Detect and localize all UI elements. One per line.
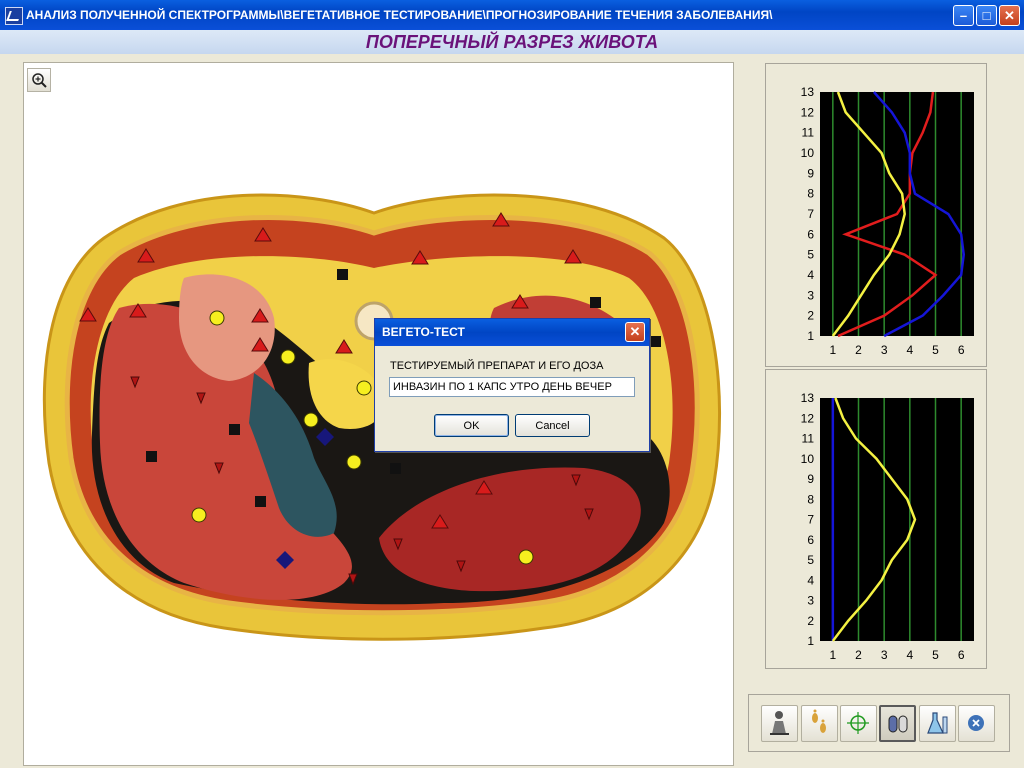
y-tick-label: 12: [801, 105, 815, 119]
x-tick-label: 1: [829, 343, 836, 357]
cancel-button[interactable]: Cancel: [515, 414, 590, 437]
y-tick-label: 5: [807, 553, 814, 567]
footprints-icon: [812, 709, 826, 733]
footprints-button[interactable]: [801, 705, 838, 742]
y-tick-label: 12: [801, 411, 815, 425]
y-tick-label: 3: [807, 288, 814, 302]
y-tick-label: 9: [807, 166, 814, 180]
y-tick-label: 9: [807, 472, 814, 486]
ok-button[interactable]: OK: [434, 414, 509, 437]
y-tick-label: 7: [807, 207, 814, 221]
y-tick-label: 4: [807, 268, 814, 282]
patient-button[interactable]: [761, 705, 798, 742]
close-circle-icon: [968, 715, 984, 731]
x-tick-label: 5: [932, 343, 939, 357]
x-tick-label: 3: [881, 648, 888, 662]
dialog-close-button[interactable]: ✕: [625, 322, 645, 342]
minimize-button[interactable]: –: [953, 5, 974, 26]
exit-button[interactable]: [958, 705, 995, 742]
y-tick-label: 2: [807, 309, 814, 323]
y-tick-label: 11: [802, 432, 815, 446]
x-tick-label: 5: [932, 648, 939, 662]
y-tick-label: 11: [802, 126, 815, 140]
y-tick-label: 3: [807, 594, 814, 608]
target-icon: [847, 712, 869, 734]
y-tick-label: 1: [807, 634, 814, 648]
y-tick-label: 10: [801, 146, 815, 160]
page-title: ПОПЕРЕЧНЫЙ РАЗРЕЗ ЖИВОТА: [0, 30, 1024, 54]
patient-icon: [770, 711, 789, 735]
y-tick-label: 10: [801, 452, 815, 466]
y-tick-label: 6: [807, 227, 814, 241]
x-tick-label: 2: [855, 343, 862, 357]
y-tick-label: 13: [801, 391, 815, 405]
capsule-icon: [888, 715, 908, 733]
x-tick-label: 6: [958, 648, 965, 662]
chart-panel-top: 1 2 3 4 5 6 1 2 3 4 5 6 7 8 9 10 11 12 13: [765, 63, 987, 367]
dialog-title: ВЕГЕТО-ТЕСТ: [375, 319, 649, 346]
capsule-button[interactable]: [879, 705, 916, 742]
y-tick-label: 8: [807, 187, 814, 201]
chart-top: 1 2 3 4 5 612345678910111213: [801, 85, 974, 357]
x-tick-label: 2: [855, 648, 862, 662]
title-bar: АНАЛИЗ ПОЛУЧЕННОЙ СПЕКТРОГРАММЫ\ВЕГЕТАТИ…: [0, 0, 1024, 30]
chart-panel-bottom: 1 2 3 4 5 6 1 2 3 4 5 6 7 8 9 10 11 12 13: [765, 369, 987, 669]
app-icon: [5, 7, 23, 25]
close-button[interactable]: ✕: [999, 5, 1020, 26]
y-tick-label: 2: [807, 614, 814, 628]
x-tick-label: 4: [906, 343, 913, 357]
y-tick-label: 4: [807, 573, 814, 587]
y-tick-label: 5: [807, 248, 814, 262]
y-tick-label: 1: [807, 329, 814, 343]
maximize-button[interactable]: □: [976, 5, 997, 26]
x-tick-label: 4: [906, 648, 913, 662]
vegeto-test-dialog: ВЕГЕТО-ТЕСТ ✕ ТЕСТИРУЕМЫЙ ПРЕПАРАТ И ЕГО…: [374, 318, 650, 452]
target-button[interactable]: [840, 705, 877, 742]
preparation-dose-input[interactable]: [389, 377, 635, 397]
flask-icon: [927, 712, 948, 734]
x-tick-label: 6: [958, 343, 965, 357]
toolbar: [748, 694, 1010, 752]
y-tick-label: 6: [807, 533, 814, 547]
plot-area: [820, 398, 974, 641]
y-tick-label: 8: [807, 492, 814, 506]
y-tick-label: 7: [807, 513, 814, 527]
window-title: АНАЛИЗ ПОЛУЧЕННОЙ СПЕКТРОГРАММЫ\ВЕГЕТАТИ…: [26, 8, 773, 22]
y-tick-label: 13: [801, 85, 815, 99]
x-tick-label: 3: [881, 343, 888, 357]
flask-button[interactable]: [919, 705, 956, 742]
chart-bottom: 1 2 3 4 5 612345678910111213: [801, 391, 974, 662]
x-tick-label: 1: [829, 648, 836, 662]
dialog-prompt: ТЕСТИРУЕМЫЙ ПРЕПАРАТ И ЕГО ДОЗА: [390, 360, 604, 372]
